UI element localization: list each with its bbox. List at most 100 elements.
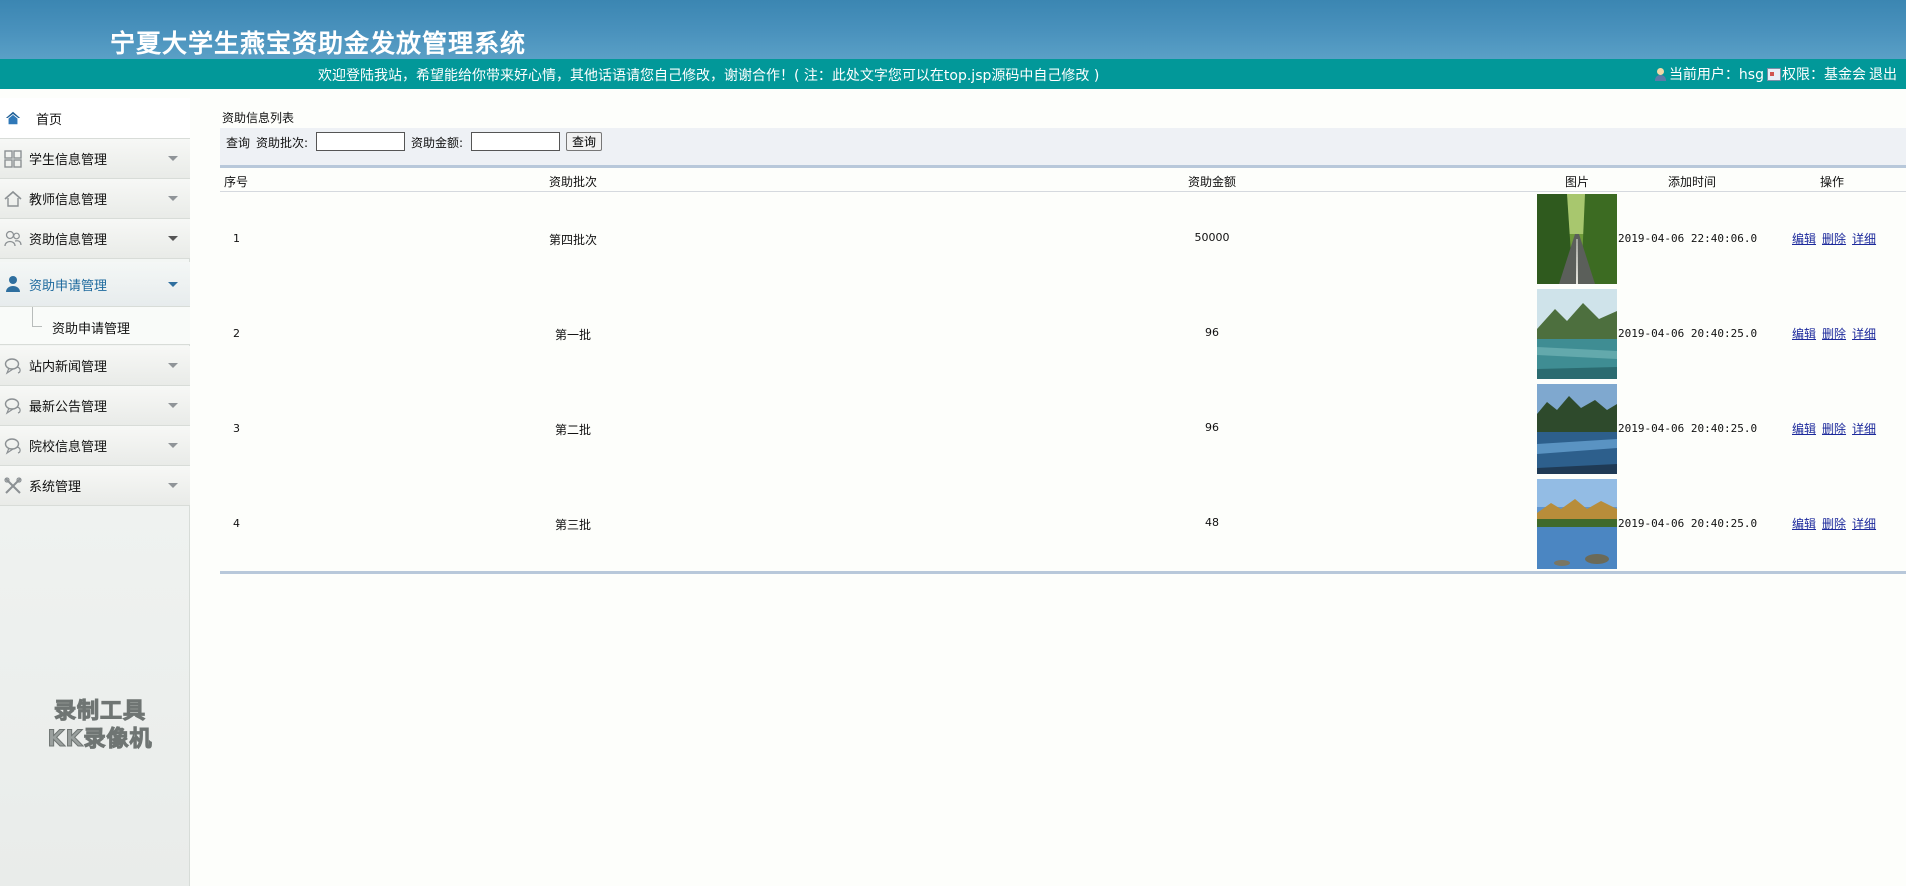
tree-line <box>32 326 42 327</box>
cell-batch: 第四批次 <box>548 233 598 247</box>
batch-input[interactable] <box>316 132 405 151</box>
cell-no: 1 <box>233 232 240 245</box>
sidebar: 首页 学生信息管理 教师信息管理 资助信息管理 资助申请管理 资助申请管理 站内… <box>0 98 190 886</box>
search-prefix-label: 查询 <box>226 136 251 150</box>
sidebar-item-notices[interactable]: 最新公告管理 <box>0 386 190 426</box>
table-row: 1 第四批次 50000 2019-04-06 22:40:06.0 编辑 删除详… <box>220 192 1906 287</box>
chevron-down-icon <box>168 196 178 201</box>
detail-link[interactable]: 详细 <box>1852 422 1876 436</box>
welcome-message: 欢迎登陆我站，希望能给你带来好心情，其他话语请您自己修改，谢谢合作！( 注：此处… <box>318 68 1100 84</box>
cell-time: 2019-04-06 20:40:25.0 <box>1618 517 1758 530</box>
amount-input[interactable] <box>471 132 560 151</box>
detail-link[interactable]: 详细 <box>1852 232 1876 246</box>
header-time: 添加时间 <box>1667 175 1717 189</box>
table-row: 4 第三批 48 2019-04-06 20:40:25.0 编辑 删除 详细 <box>220 477 1906 572</box>
chat-icon <box>4 398 21 415</box>
sidebar-item-funding-info[interactable]: 资助信息管理 <box>0 219 190 259</box>
batch-label: 资助批次: <box>256 136 309 150</box>
role-card-icon <box>1767 67 1781 81</box>
users-icon <box>4 230 22 247</box>
header-ops: 操作 <box>1819 175 1845 189</box>
chat-icon <box>4 438 21 455</box>
sidebar-item-label: 资助申请管理 <box>29 278 108 294</box>
sidebar-item-system[interactable]: 系统管理 <box>0 466 190 506</box>
delete-link[interactable]: 删除 <box>1822 517 1846 531</box>
delete-link[interactable]: 删除 <box>1822 422 1846 436</box>
edit-link[interactable]: 编辑 <box>1792 517 1816 531</box>
row-thumbnail-image <box>1537 384 1617 474</box>
sidebar-item-label: 站内新闻管理 <box>29 360 108 375</box>
table-bottom-border <box>220 571 1906 574</box>
cell-no: 4 <box>233 517 240 530</box>
panel-title: 资助信息列表 <box>222 111 295 125</box>
header-batch: 资助批次 <box>548 175 598 189</box>
logout-link[interactable]: 退出 <box>1869 64 1897 84</box>
sidebar-subitem-funding-apply-manage[interactable]: 资助申请管理 <box>0 307 190 345</box>
user-icon <box>6 276 20 292</box>
cell-amount: 96 <box>1205 326 1219 339</box>
sidebar-item-label: 首页 <box>36 112 63 128</box>
cell-batch: 第二批 <box>554 423 592 437</box>
cell-time: 2019-04-06 22:40:06.0 <box>1618 232 1758 245</box>
sidebar-item-funding-apply[interactable]: 资助申请管理 <box>0 262 190 307</box>
sidebar-item-students[interactable]: 学生信息管理 <box>0 139 190 179</box>
role-label: 权限：基金会 <box>1782 67 1866 83</box>
chevron-down-icon <box>168 403 178 408</box>
delete-link[interactable]: 删除 <box>1822 327 1846 341</box>
user-icon <box>1654 67 1668 81</box>
delete-link[interactable]: 删除 <box>1822 232 1846 246</box>
sidebar-item-label: 系统管理 <box>29 480 82 495</box>
chevron-down-icon <box>168 443 178 448</box>
cell-batch: 第三批 <box>554 518 592 532</box>
cell-no: 3 <box>233 422 240 435</box>
cell-no: 2 <box>233 327 240 340</box>
row-thumbnail-image <box>1537 289 1617 379</box>
cell-amount: 48 <box>1205 516 1219 529</box>
edit-link[interactable]: 编辑 <box>1792 232 1816 246</box>
sidebar-item-news[interactable]: 站内新闻管理 <box>0 346 190 386</box>
chevron-down-icon <box>168 156 178 161</box>
current-user-label: 当前用户：hsg <box>1668 67 1764 83</box>
chevron-down-icon <box>168 363 178 368</box>
table-row: 2 第一批 96 2019-04-06 20:40:25.0 编辑 删除 详细 <box>220 287 1906 382</box>
sidebar-item-label: 院校信息管理 <box>29 440 108 455</box>
funding-table: 序号 资助批次 资助金额 图片 添加时间 操作 1 第四批次 50000 201… <box>220 171 1906 572</box>
table-row: 3 第二批 96 2019-04-06 20:40:25.0 编辑 删除 详细 <box>220 382 1906 477</box>
row-actions: 编辑 删除 详细 <box>1792 325 1882 342</box>
row-actions: 编辑 删除 详细 <box>1792 420 1882 437</box>
header-image: 图片 <box>1564 175 1590 189</box>
row-thumbnail-image <box>1537 479 1617 569</box>
sidebar-item-label: 教师信息管理 <box>29 193 108 208</box>
sidebar-item-label: 最新公告管理 <box>29 400 108 415</box>
chat-icon <box>4 358 21 375</box>
row-actions: 编辑 删除 详细 <box>1792 230 1882 247</box>
edit-link[interactable]: 编辑 <box>1792 327 1816 341</box>
header-amount: 资助金额 <box>1187 175 1237 189</box>
sidebar-item-schools[interactable]: 院校信息管理 <box>0 426 190 466</box>
chevron-down-icon <box>168 236 178 241</box>
sidebar-item-label: 资助信息管理 <box>29 233 108 248</box>
sidebar-subitem-label: 资助申请管理 <box>52 322 131 337</box>
house-icon <box>4 190 22 207</box>
detail-link[interactable]: 详细 <box>1852 327 1876 341</box>
chevron-down-icon <box>168 483 178 488</box>
user-info: 当前用户：hsg 权限：基金会 退出 <box>1654 64 1900 84</box>
sidebar-item-teachers[interactable]: 教师信息管理 <box>0 179 190 219</box>
tools-icon <box>4 477 22 494</box>
edit-link[interactable]: 编辑 <box>1792 422 1816 436</box>
search-button[interactable]: 查询 <box>566 132 603 151</box>
system-title: 宁夏大学生燕宝资助金发放管理系统 <box>110 29 527 58</box>
watermark-line: 录制工具 <box>53 699 146 725</box>
cell-amount: 96 <box>1205 421 1219 434</box>
row-actions: 编辑 删除 详细 <box>1792 515 1882 532</box>
sidebar-item-home[interactable]: 首页 <box>0 98 190 139</box>
cell-time: 2019-04-06 20:40:25.0 <box>1618 422 1758 435</box>
search-bar: 查询 资助批次: 资助金额: 查询 <box>220 128 1906 168</box>
watermark-line: KK录像机 <box>47 727 153 753</box>
tree-line <box>32 307 33 326</box>
detail-link[interactable]: 详细 <box>1852 517 1876 531</box>
cell-time: 2019-04-06 20:40:25.0 <box>1618 327 1758 340</box>
row-thumbnail-image <box>1537 194 1617 284</box>
chevron-down-icon <box>168 282 178 287</box>
table-header: 序号 资助批次 资助金额 图片 添加时间 操作 <box>220 171 1906 192</box>
